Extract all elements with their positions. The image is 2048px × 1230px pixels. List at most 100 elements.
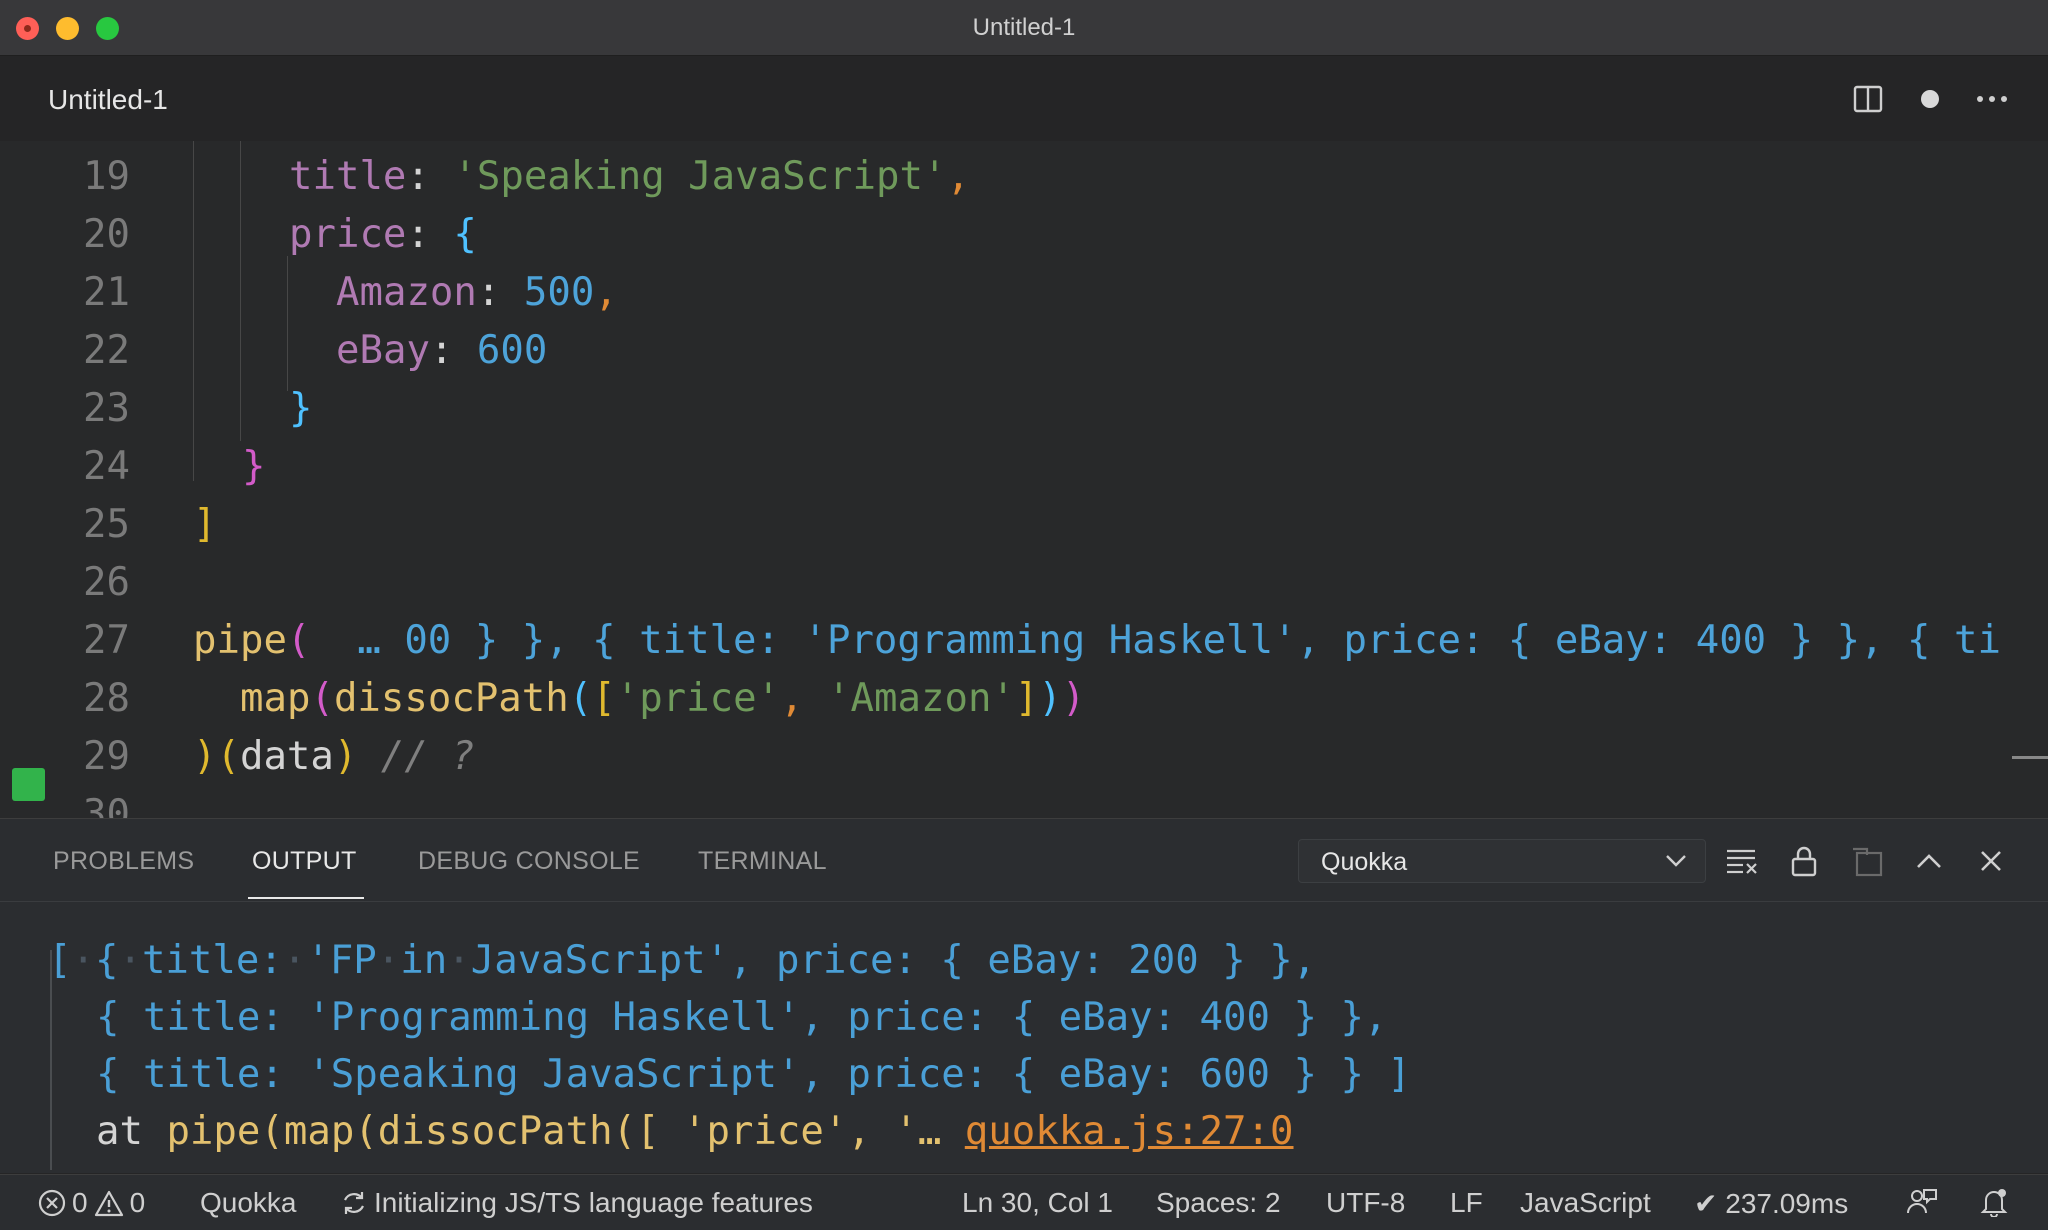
- encoding[interactable]: UTF-8: [1326, 1187, 1405, 1219]
- maximize-panel-icon[interactable]: [1909, 841, 1949, 881]
- line-number: 29: [83, 734, 130, 779]
- editor-tab-bar: Untitled-1: [0, 57, 2048, 141]
- code-token: data: [239, 734, 334, 779]
- code-token: :: [406, 212, 454, 257]
- error-icon: [38, 1189, 66, 1217]
- editor-tab-title[interactable]: Untitled-1: [48, 84, 168, 116]
- code-token: }: [242, 444, 266, 489]
- code-token: 'price': [615, 676, 781, 721]
- lock-scroll-icon[interactable]: [1784, 841, 1824, 881]
- code-editor[interactable]: 19 title: 'Speaking JavaScript', 20 price: …: [0, 141, 2048, 818]
- clear-output-icon[interactable]: [1722, 841, 1762, 881]
- code-line[interactable]: 25]: [0, 496, 2048, 554]
- tab-debug-console[interactable]: DEBUG CONSOLE: [418, 847, 640, 876]
- line-number: 24: [83, 444, 130, 489]
- code-text: eBay: 600: [336, 322, 547, 380]
- language-mode[interactable]: JavaScript: [1520, 1187, 1651, 1219]
- code-token: // ?: [357, 734, 475, 779]
- code-line[interactable]: 20 price: {: [0, 206, 2048, 264]
- unsaved-dot-icon[interactable]: [1908, 77, 1952, 121]
- title-bar: Untitled-1: [0, 0, 2048, 56]
- code-text: pipe( … 00 } }, { title: 'Programming Ha…: [193, 612, 2001, 670]
- warning-count: 0: [129, 1187, 146, 1218]
- problems-status[interactable]: 0 0: [38, 1187, 145, 1219]
- quokka-status[interactable]: Quokka: [200, 1187, 297, 1219]
- sync-icon: [343, 1192, 365, 1214]
- line-number: 23: [83, 386, 130, 431]
- code-text: }: [289, 380, 312, 438]
- code-text: title: 'Speaking JavaScript',: [289, 148, 970, 206]
- output-stack-line: at pipe(map(dissocPath([ 'price', '… quo…: [96, 1103, 1294, 1161]
- language-status[interactable]: Initializing JS/TS language features: [340, 1187, 813, 1219]
- code-line[interactable]: 27 pipe( … 00 } }, { title: 'Programming …: [0, 612, 2048, 670]
- code-token: ): [333, 734, 358, 779]
- code-token: dissocPath: [333, 676, 569, 721]
- indentation[interactable]: Spaces: 2: [1156, 1187, 1281, 1219]
- active-tab-indicator: [248, 897, 364, 899]
- code-line[interactable]: 19 title: 'Speaking JavaScript',: [0, 148, 2048, 206]
- line-number: 28: [83, 676, 130, 721]
- more-actions-icon[interactable]: [1970, 77, 2014, 121]
- line-number: 26: [83, 560, 130, 605]
- tab-problems[interactable]: PROBLEMS: [53, 847, 194, 876]
- output-channel-label: Quokka: [1321, 848, 1408, 876]
- feedback-icon[interactable]: [1906, 1187, 1938, 1217]
- error-count: 0: [72, 1187, 88, 1218]
- notifications-icon[interactable]: [1980, 1187, 2008, 1217]
- code-text: map(dissocPath(['price', 'Amazon'])): [240, 670, 1085, 728]
- split-editor-icon[interactable]: [1846, 77, 1890, 121]
- window-title: Untitled-1: [972, 14, 1076, 41]
- code-text: ]: [193, 496, 216, 554]
- line-number: 19: [83, 154, 130, 199]
- code-text: }: [242, 438, 265, 496]
- code-line[interactable]: 21 Amazon: 500,: [0, 264, 2048, 322]
- line-number: 30: [83, 792, 130, 818]
- bottom-panel: PROBLEMS OUTPUT DEBUG CONSOLE TERMINAL Q…: [0, 818, 2048, 1173]
- status-bar: 0 0 Quokka Initializing JS/TS language f…: [0, 1174, 2048, 1230]
- output-line-2: { title: 'Programming Haskell', price: {…: [96, 995, 1388, 1040]
- code-line[interactable]: 30: [0, 786, 2048, 818]
- code-token: [: [592, 676, 616, 721]
- tab-terminal[interactable]: TERMINAL: [698, 847, 827, 876]
- code-line[interactable]: 22 eBay: 600: [0, 322, 2048, 380]
- line-number: 22: [83, 328, 130, 373]
- code-line[interactable]: 26: [0, 554, 2048, 612]
- close-panel-icon[interactable]: [1971, 841, 2011, 881]
- code-token: ,: [946, 154, 970, 199]
- code-token: 'Amazon': [827, 676, 1015, 721]
- code-token: (: [216, 734, 240, 779]
- output-at-code: pipe(map(dissocPath([ 'price', '…: [166, 1109, 942, 1154]
- output-line-1: [·{·title:·'FP·in·JavaScript', price: { …: [48, 938, 1317, 983]
- code-token: 600: [476, 328, 548, 373]
- chevron-down-icon: [1666, 855, 1686, 867]
- code-line[interactable]: 23}: [0, 380, 2048, 438]
- output-channel-select[interactable]: Quokka: [1298, 839, 1706, 883]
- code-token: :: [476, 270, 524, 315]
- code-token: pipe: [193, 618, 287, 663]
- line-number: 21: [83, 270, 130, 315]
- output-source-link[interactable]: quokka.js:27:0: [965, 1109, 1294, 1154]
- code-token: 500: [523, 270, 595, 315]
- code-line[interactable]: 24}: [0, 438, 2048, 496]
- code-token: {: [453, 212, 477, 257]
- cursor-position[interactable]: Ln 30, Col 1: [962, 1187, 1113, 1219]
- code-token: ): [1061, 676, 1086, 721]
- quokka-timing[interactable]: ✔ 237.09ms: [1694, 1187, 1848, 1220]
- code-token: title: [289, 154, 407, 199]
- code-line[interactable]: 28 map(dissocPath(['price', 'Amazon'])): [0, 670, 2048, 728]
- code-token: ]: [193, 502, 217, 547]
- code-token: … 00 } }, { title: 'Programming Haskell'…: [310, 618, 2001, 663]
- code-text: )(data) // ?: [193, 728, 475, 786]
- code-token: 'Speaking JavaScript': [453, 154, 947, 199]
- end-of-line[interactable]: LF: [1450, 1187, 1483, 1219]
- line-number: 20: [83, 212, 130, 257]
- code-token: price: [289, 212, 407, 257]
- tab-output[interactable]: OUTPUT: [252, 847, 357, 876]
- open-in-editor-icon[interactable]: [1848, 841, 1888, 881]
- code-token: :: [429, 328, 477, 373]
- code-line[interactable]: 29)(data) // ?: [0, 728, 2048, 786]
- code-text: Amazon: 500,: [336, 264, 618, 322]
- line-number: 25: [83, 502, 130, 547]
- code-token: eBay: [336, 328, 430, 373]
- warning-icon: [94, 1190, 123, 1217]
